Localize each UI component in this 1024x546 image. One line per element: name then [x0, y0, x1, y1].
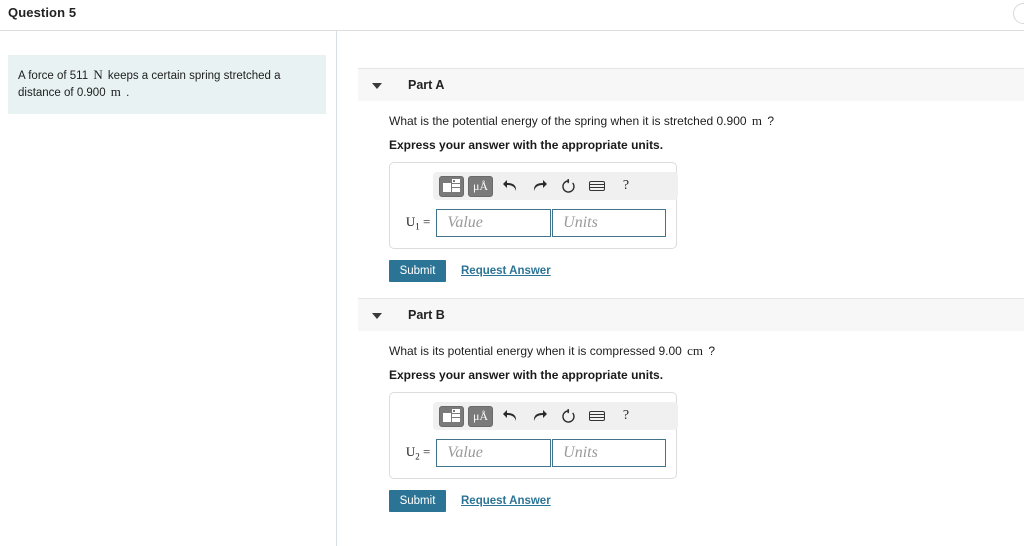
help-label: ?	[622, 178, 630, 193]
value-placeholder-a: Value	[447, 214, 483, 231]
answer-entry-panel-b: μÅ ? U2 = Value Units	[389, 392, 678, 479]
math-template-icon[interactable]	[439, 405, 464, 427]
units-input-b[interactable]: Units	[552, 439, 666, 467]
part-body-a: What is the potential energy of the spri…	[389, 113, 774, 282]
question-b-tail: ?	[708, 344, 716, 358]
undo-arrow-icon[interactable]	[497, 176, 523, 197]
reset-circular-arrow-icon[interactable]	[555, 176, 581, 197]
math-toolbar-a: μÅ ?	[433, 172, 678, 200]
math-toolbar-b: μÅ ?	[433, 402, 678, 430]
reset-circular-arrow-icon[interactable]	[555, 406, 581, 427]
micro-angstrom-units-icon[interactable]: μÅ	[468, 175, 493, 197]
request-answer-link-a[interactable]: Request Answer	[461, 265, 551, 277]
math-template-icon[interactable]	[439, 175, 464, 197]
keyboard-icon[interactable]	[584, 406, 610, 427]
problem-text-before: A force of 511	[18, 70, 89, 82]
help-label: ?	[622, 408, 630, 423]
answer-panel-column: Part A What is the potential energy of t…	[338, 31, 1024, 546]
part-header-a[interactable]: Part A	[358, 68, 1024, 101]
question-b-main: What is its potential energy when it is …	[389, 344, 682, 358]
value-input-a[interactable]: Value	[436, 209, 552, 237]
units-placeholder-a: Units	[563, 214, 598, 231]
problem-text-end: .	[126, 87, 130, 99]
variable-subscript-b: 2	[415, 451, 420, 462]
variable-equals-b: =	[423, 444, 431, 460]
part-label-b: Part B	[408, 308, 445, 322]
submit-button-b[interactable]: Submit	[389, 490, 446, 512]
value-input-b[interactable]: Value	[436, 439, 552, 467]
instruction-b: Express your answer with the appropriate…	[389, 368, 664, 382]
variable-label-b: U2 =	[400, 444, 436, 462]
action-row-a: Submit Request Answer	[389, 260, 774, 282]
action-row-b: Submit Request Answer	[389, 490, 715, 512]
keyboard-icon[interactable]	[584, 176, 610, 197]
undo-arrow-icon[interactable]	[497, 406, 523, 427]
question-a-unit: m	[751, 113, 763, 128]
part-header-b[interactable]: Part B	[358, 298, 1024, 331]
problem-sidebar: A force of 511 N keeps a certain spring …	[0, 31, 337, 546]
submit-button-a[interactable]: Submit	[389, 260, 446, 282]
redo-arrow-icon[interactable]	[526, 176, 552, 197]
distance-unit: m	[110, 84, 121, 99]
force-unit: N	[93, 67, 103, 82]
request-answer-link-b[interactable]: Request Answer	[461, 495, 551, 507]
answer-entry-panel-a: μÅ ? U1 = Value Units	[389, 162, 678, 249]
question-b-unit: cm	[687, 343, 704, 358]
question-text-b: What is its potential energy when it is …	[389, 343, 715, 359]
problem-statement-box: A force of 511 N keeps a certain spring …	[8, 55, 326, 114]
page-title: Question 5	[8, 5, 77, 20]
variable-equals-a: =	[423, 214, 431, 230]
variable-name-b: U	[405, 444, 416, 460]
variable-name-a: U	[405, 214, 416, 230]
part-label-a: Part A	[408, 78, 445, 92]
variable-subscript-a: 1	[415, 221, 420, 232]
question-text-a: What is the potential energy of the spri…	[389, 113, 774, 129]
value-placeholder-b: Value	[447, 444, 483, 461]
caret-down-icon[interactable]	[372, 83, 382, 89]
answer-input-row-a: U1 = Value Units	[400, 209, 666, 237]
circle-loading-icon	[1013, 3, 1024, 24]
units-input-a[interactable]: Units	[552, 209, 666, 237]
help-question-mark-icon[interactable]: ?	[613, 176, 639, 197]
instruction-a: Express your answer with the appropriate…	[389, 138, 664, 152]
micro-angstrom-units-icon[interactable]: μÅ	[468, 405, 493, 427]
redo-arrow-icon[interactable]	[526, 406, 552, 427]
units-placeholder-b: Units	[563, 444, 598, 461]
top-header-bar: Question 5	[0, 0, 1024, 31]
caret-down-icon[interactable]	[372, 313, 382, 319]
help-question-mark-icon[interactable]: ?	[613, 406, 639, 427]
question-a-tail: ?	[767, 114, 775, 128]
part-body-b: What is its potential energy when it is …	[389, 343, 715, 512]
variable-label-a: U1 =	[400, 214, 436, 232]
question-a-main: What is the potential energy of the spri…	[389, 114, 747, 128]
answer-input-row-b: U2 = Value Units	[400, 439, 666, 467]
